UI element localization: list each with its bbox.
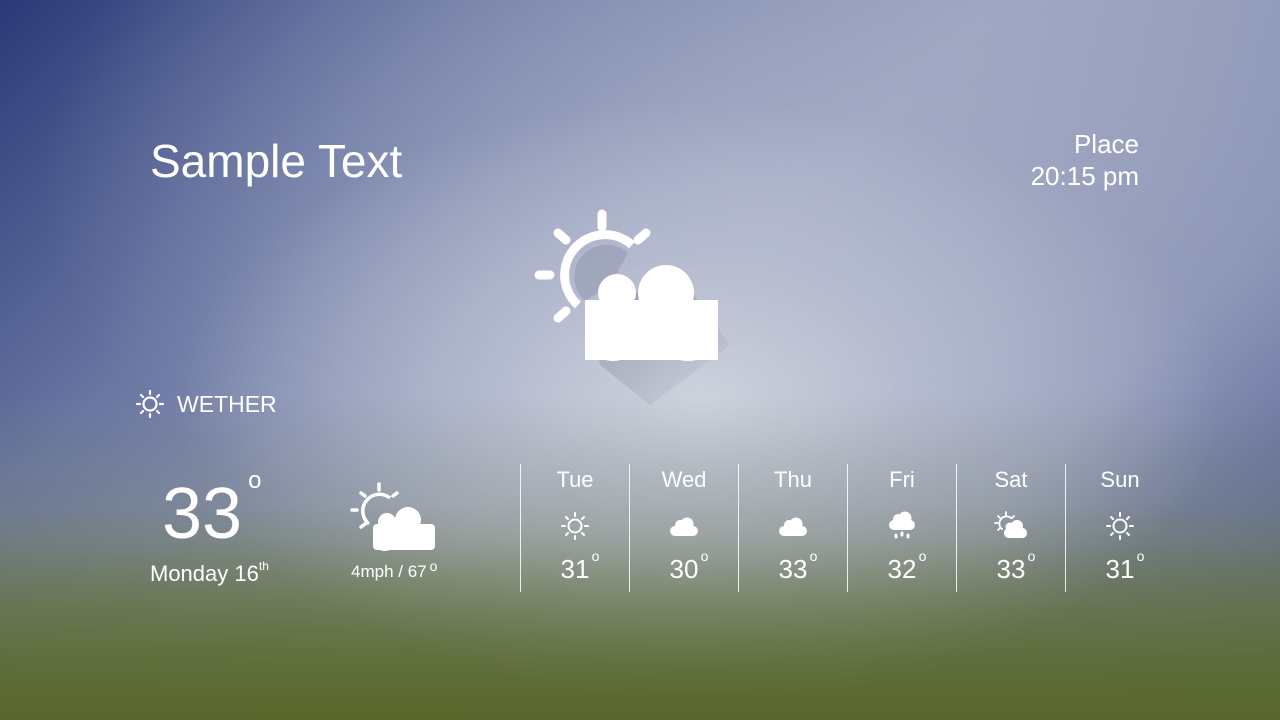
forecast-temp-value: 32	[887, 554, 917, 584]
sun-icon	[558, 510, 592, 542]
forecast-temperature: 30 o	[669, 548, 709, 585]
forecast-day-name: Tue	[556, 467, 594, 492]
date-label: Monday 16	[150, 561, 259, 586]
cloud-icon	[667, 510, 701, 542]
section-label: WETHER	[177, 390, 277, 417]
wind-humidity-value: 4mph / 67	[351, 562, 427, 581]
location-block: Place 20:15 pm	[1031, 128, 1139, 192]
degree-symbol: o	[918, 548, 927, 564]
wind-humidity: 4mph / 67 o	[351, 558, 437, 582]
section-header: WETHER	[135, 389, 277, 419]
place-label: Place	[1073, 129, 1139, 159]
forecast-day-name: Thu	[774, 467, 812, 492]
page-title: Sample Text	[150, 135, 403, 187]
forecast-temperature: 31 o	[560, 548, 600, 585]
date-suffix: th	[258, 559, 269, 573]
forecast-list: Tue 31 o Wed 30 o Thu 33 o Fri 32 o Sat 33 o Sun	[520, 464, 1174, 592]
cloud-icon	[776, 510, 810, 542]
forecast-day: Sun 31 o	[1065, 464, 1174, 592]
forecast-temp-value: 31	[1105, 554, 1135, 584]
forecast-day-name: Sat	[994, 467, 1028, 492]
degree-symbol: o	[591, 548, 600, 564]
forecast-day-name: Fri	[889, 467, 915, 492]
forecast-temperature: 33 o	[778, 548, 818, 585]
current-temperature: 33 o	[162, 467, 261, 554]
forecast-day-name: Sun	[1100, 467, 1140, 492]
forecast-temp-value: 31	[560, 554, 590, 584]
partly-cloudy-icon	[994, 510, 1028, 542]
temperature-value: 33	[162, 474, 243, 554]
rain-cloud-icon	[885, 510, 919, 542]
forecast-day: Fri 32 o	[847, 464, 956, 592]
degree-symbol: o	[248, 467, 262, 494]
current-date: Monday 16th	[150, 559, 269, 587]
sun-icon	[1103, 510, 1137, 542]
partly-cloudy-icon	[350, 482, 435, 551]
degree-symbol: o	[1136, 548, 1145, 564]
degree-symbol: o	[809, 548, 818, 564]
sun-icon	[135, 389, 165, 419]
forecast-day: Tue 31 o	[520, 464, 629, 592]
forecast-temperature: 32 o	[887, 548, 927, 585]
forecast-temp-value: 30	[669, 554, 699, 584]
time-label: 20:15 pm	[1030, 161, 1139, 191]
forecast-day-name: Wed	[661, 467, 707, 492]
partly-cloudy-icon	[534, 209, 730, 405]
forecast-temp-value: 33	[778, 554, 808, 584]
forecast-temp-value: 33	[996, 554, 1026, 584]
forecast-day: Thu 33 o	[738, 464, 847, 592]
degree-symbol: o	[429, 558, 438, 574]
degree-symbol: o	[700, 548, 709, 564]
degree-symbol: o	[1027, 548, 1036, 564]
forecast-day: Wed 30 o	[629, 464, 738, 592]
forecast-temperature: 33 o	[996, 548, 1036, 585]
forecast-day: Sat 33 o	[956, 464, 1065, 592]
forecast-temperature: 31 o	[1105, 548, 1145, 585]
